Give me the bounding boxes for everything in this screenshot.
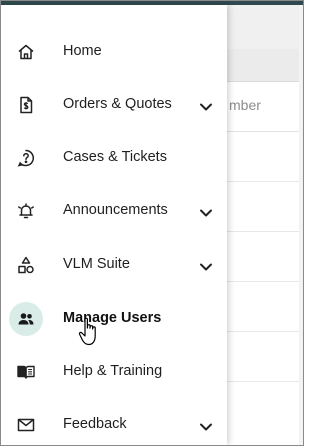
menu-item-label: Help & Training — [63, 363, 163, 379]
menu-item-label: Cases & Tickets — [63, 149, 167, 165]
chevron-down-icon[interactable] — [198, 259, 214, 275]
chevron-down-icon[interactable] — [198, 419, 214, 435]
menu-item-manage-users[interactable]: Manage Users — [1, 293, 227, 345]
menu-item-label: Feedback — [63, 416, 127, 432]
menu-item-label: Orders & Quotes — [63, 96, 172, 112]
background-toolbar — [227, 49, 303, 82]
side-menu: Home Orders & Quotes Cases & Tickets Ann… — [1, 5, 227, 445]
menu-item-label: Announcements — [63, 202, 168, 218]
app-window: mber Home Orders & Quotes Cases & Ticket… — [0, 0, 304, 446]
home-icon — [9, 35, 43, 69]
chevron-down-icon[interactable] — [198, 205, 214, 221]
dollar-document-icon — [9, 88, 43, 122]
menu-item-help-training[interactable]: Help & Training — [1, 346, 227, 398]
menu-item-announcements[interactable]: Announcements — [1, 185, 227, 237]
background-page: mber — [227, 5, 303, 445]
background-row[interactable] — [227, 331, 303, 382]
help-circle-icon — [9, 141, 43, 175]
menu-item-label: Manage Users — [63, 310, 162, 326]
scrollbar[interactable] — [299, 5, 303, 445]
menu-item-orders-quotes[interactable]: Orders & Quotes — [1, 79, 227, 131]
background-header — [227, 5, 303, 50]
menu-item-cases-tickets[interactable]: Cases & Tickets — [1, 132, 227, 184]
background-column-header[interactable]: mber — [227, 81, 303, 132]
menu-item-label: Home — [63, 43, 102, 59]
book-icon — [9, 355, 43, 389]
background-row[interactable] — [227, 131, 303, 182]
background-row[interactable] — [227, 381, 303, 445]
menu-item-feedback[interactable]: Feedback — [1, 399, 227, 445]
menu-item-label: VLM Suite — [63, 256, 130, 272]
users-icon — [9, 302, 43, 336]
menu-item-home[interactable]: Home — [1, 26, 227, 78]
chevron-down-icon[interactable] — [198, 99, 214, 115]
background-row[interactable] — [227, 231, 303, 282]
menu-item-vlm-suite[interactable]: VLM Suite — [1, 239, 227, 291]
column-header-label: mber — [229, 97, 261, 113]
background-row[interactable] — [227, 181, 303, 232]
mail-icon — [9, 408, 43, 442]
shapes-icon — [9, 248, 43, 282]
background-row[interactable] — [227, 281, 303, 332]
bell-icon — [9, 194, 43, 228]
